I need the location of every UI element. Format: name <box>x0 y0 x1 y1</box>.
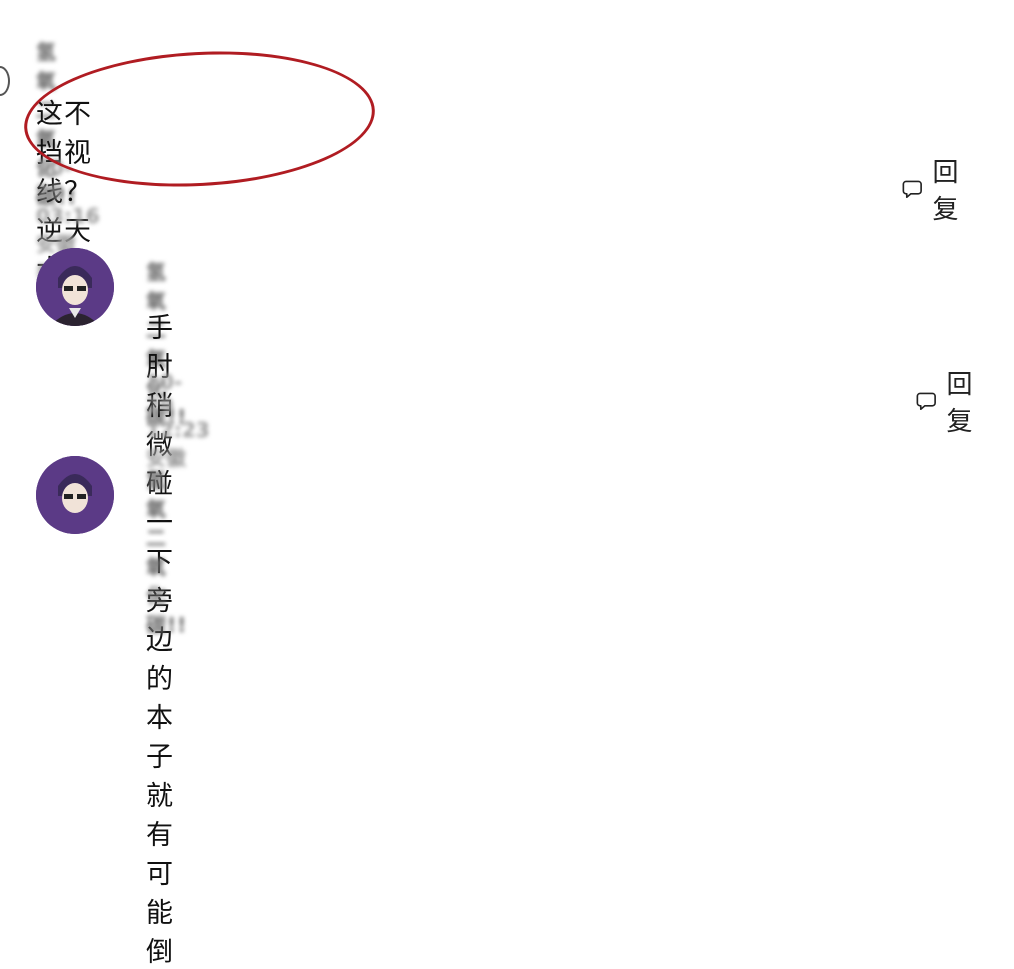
speech-bubble-icon <box>916 392 936 411</box>
avatar[interactable] <box>36 456 114 534</box>
reply-label: 回复 <box>932 158 959 225</box>
avatar-icon <box>36 248 114 326</box>
avatar-edge <box>0 66 10 96</box>
reply-button[interactable]: 回复 <box>916 364 982 438</box>
reply-username[interactable]: 氢氧二氧化碳!! <box>146 464 187 638</box>
avatar-icon <box>36 456 114 534</box>
reply-label: 回复 <box>946 370 973 437</box>
reply-meta: 10-29 12:23 安徽 <box>146 370 210 470</box>
speech-bubble-icon <box>902 180 922 199</box>
avatar[interactable] <box>36 248 114 326</box>
reply-button[interactable]: 回复 <box>902 152 968 226</box>
